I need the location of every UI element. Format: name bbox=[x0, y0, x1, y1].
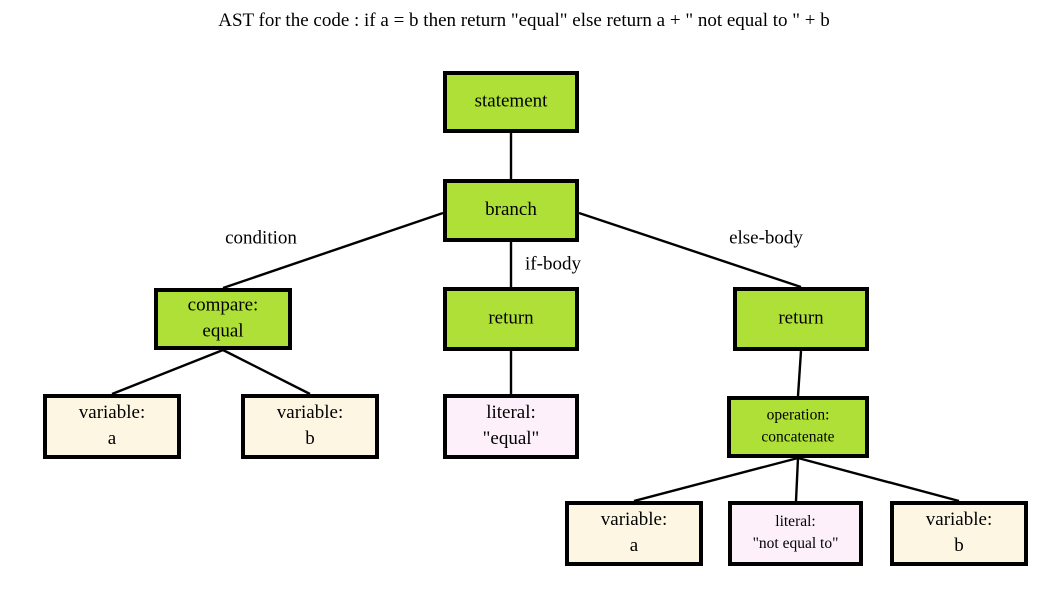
edge-operation-variable-a bbox=[633, 456, 799, 503]
node-statement[interactable]: statement bbox=[443, 71, 579, 133]
node-label-compare-equal-line1: compare: bbox=[188, 294, 259, 315]
node-operation-concatenate[interactable]: operation: concatenate bbox=[727, 396, 869, 458]
edge-operation-literal bbox=[794, 457, 800, 502]
node-label-literal-equal-line1: literal: bbox=[486, 402, 536, 423]
node-return-if[interactable]: return bbox=[443, 287, 579, 351]
node-label-variable-a-left-line2: a bbox=[108, 428, 117, 449]
node-label-variable-a-left-line1: variable: bbox=[79, 402, 145, 423]
node-variable-a-left[interactable]: variable: a bbox=[43, 394, 181, 459]
node-label-operation-concatenate-line2: concatenate bbox=[761, 429, 834, 446]
node-label-literal-not-equal-to-line1: literal: bbox=[775, 513, 815, 530]
node-label-variable-b-left-line1: variable: bbox=[277, 402, 343, 423]
node-variable-b-left[interactable]: variable: b bbox=[241, 394, 379, 459]
node-literal-not-equal-to[interactable]: literal: "not equal to" bbox=[728, 501, 863, 566]
node-label-variable-b-left-line2: b bbox=[305, 428, 315, 449]
nodes-layer: statement branch compare: equal return return… bbox=[43, 71, 1028, 566]
node-literal-equal[interactable]: literal: "equal" bbox=[443, 394, 579, 459]
node-label-branch-line1: branch bbox=[485, 199, 537, 220]
node-label-literal-not-equal-to-line2: "not equal to" bbox=[753, 535, 839, 552]
node-label-operation-concatenate-line1: operation: bbox=[767, 407, 830, 424]
node-label-statement-line1: statement bbox=[475, 90, 549, 111]
node-label-variable-a-right-line2: a bbox=[630, 535, 639, 556]
node-label-return-else-line1: return bbox=[778, 307, 824, 328]
node-label-literal-equal-line2: "equal" bbox=[483, 428, 540, 449]
edge-compare-variable-a bbox=[111, 348, 224, 396]
edge-label-if-body: if-body bbox=[525, 253, 581, 274]
node-label-compare-equal-line2: equal bbox=[202, 320, 243, 341]
edge-return-else-operation bbox=[796, 350, 803, 397]
edge-branch-compare bbox=[222, 211, 444, 290]
node-compare-equal[interactable]: compare: equal bbox=[154, 288, 292, 350]
edge-label-else-body: else-body bbox=[729, 227, 803, 248]
node-label-variable-b-right-line1: variable: bbox=[926, 509, 992, 530]
node-variable-a-right[interactable]: variable: a bbox=[565, 501, 703, 566]
edge-operation-variable-b bbox=[797, 456, 960, 503]
node-variable-b-right[interactable]: variable: b bbox=[890, 501, 1028, 566]
edge-compare-variable-b bbox=[222, 348, 311, 396]
ast-diagram: AST for the code : if a = b then return … bbox=[0, 0, 1048, 590]
node-label-variable-a-right-line1: variable: bbox=[601, 509, 667, 530]
node-branch[interactable]: branch bbox=[443, 179, 579, 242]
node-label-variable-b-right-line2: b bbox=[954, 535, 964, 556]
node-return-else[interactable]: return bbox=[733, 287, 869, 351]
title-layer: AST for the code : if a = b then return … bbox=[218, 10, 830, 31]
node-label-return-if-line1: return bbox=[488, 307, 534, 328]
ast-canvas: AST for the code : if a = b then return … bbox=[43, 10, 1028, 566]
edge-branch-return-else bbox=[578, 211, 802, 289]
edge-label-condition: condition bbox=[225, 227, 297, 248]
diagram-title: AST for the code : if a = b then return … bbox=[218, 10, 830, 31]
